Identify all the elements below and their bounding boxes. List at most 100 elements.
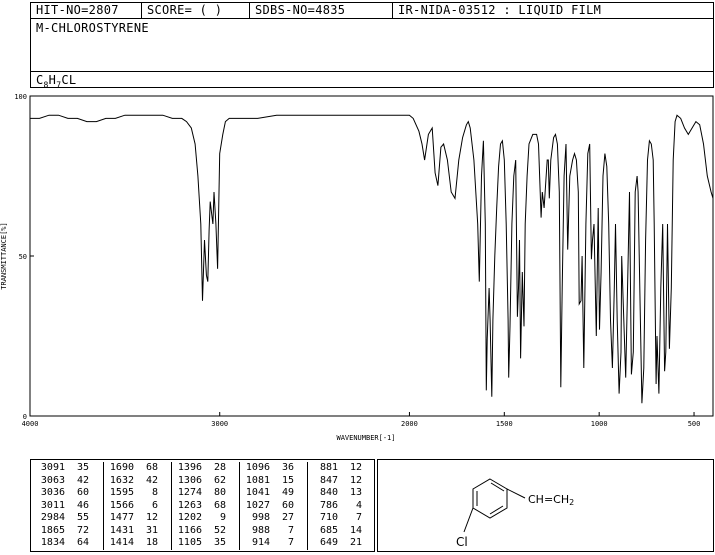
peak-column: 1396 28 1306 62 1274 80 1263 68 1202 9 1166 52 1105 3… — [171, 462, 236, 550]
molecular-formula: C8H7CL — [36, 73, 77, 90]
peak-column: 1096 36 1081 15 1041 49 1027 60 998 27 988 7 914 7 — [239, 462, 304, 550]
peak-wavenumber: 1096 — [245, 462, 270, 473]
peak-transmittance: 4 — [355, 499, 362, 511]
peak-transmittance: 46 — [76, 499, 89, 511]
compound-name: M-CHLOROSTYRENE — [36, 21, 149, 35]
peak-transmittance: 7 — [287, 524, 294, 536]
x-axis: 4000 3000 2000 1500 1000 500 — [22, 412, 701, 428]
peak-row: 1166 52 — [172, 525, 236, 538]
peak-wavenumber: 847 — [319, 474, 338, 486]
peak-wavenumber: 1477 — [109, 512, 134, 523]
peak-row: 1105 35 — [172, 537, 236, 550]
peak-wavenumber: 1202 — [177, 512, 202, 523]
peak-transmittance: 52 — [213, 524, 226, 536]
peak-row: 847 12 — [308, 475, 372, 488]
peak-wavenumber: 1431 — [109, 524, 134, 536]
peak-transmittance: 72 — [76, 524, 89, 536]
sdbs-number: SDBS-NO=4835 — [249, 3, 395, 18]
peak-row: 881 12 — [308, 462, 372, 475]
peak-wavenumber: 1595 — [109, 487, 134, 498]
structure-panel: CH=CH2 Cl — [377, 459, 714, 552]
peak-row: 685 14 — [308, 525, 372, 538]
peak-row: 1595 8 — [104, 487, 168, 500]
peak-row: 1396 28 — [172, 462, 236, 475]
formula-divider — [31, 71, 713, 72]
peak-wavenumber: 1306 — [177, 474, 202, 486]
peak-wavenumber: 914 — [251, 537, 270, 548]
peak-transmittance: 42 — [145, 474, 158, 486]
peak-wavenumber: 1632 — [109, 474, 134, 486]
peak-row: 1414 18 — [104, 537, 168, 550]
peak-row: 998 27 — [240, 512, 304, 525]
peak-row: 1202 9 — [172, 512, 236, 525]
ir-measurement-info: IR-NIDA-03512 : LIQUID FILM — [392, 3, 715, 18]
x-axis-label: WAVENUMBER[-1] — [336, 434, 395, 442]
peak-transmittance: 60 — [76, 487, 89, 498]
peak-transmittance: 60 — [281, 499, 294, 511]
peak-transmittance: 31 — [145, 524, 158, 536]
peak-row: 988 7 — [240, 525, 304, 538]
peak-row: 1274 80 — [172, 487, 236, 500]
peak-transmittance: 21 — [349, 537, 362, 548]
peak-row: 1096 36 — [240, 462, 304, 475]
chloro-label: Cl — [456, 535, 468, 549]
peak-transmittance: 62 — [213, 474, 226, 486]
molecular-structure: CH=CH2 Cl — [456, 478, 574, 549]
peak-transmittance: 15 — [281, 474, 294, 486]
x-tick-label: 2000 — [401, 420, 418, 428]
peak-row: 3011 46 — [35, 500, 99, 513]
peak-transmittance: 12 — [145, 512, 158, 523]
peak-transmittance: 12 — [349, 462, 362, 473]
y-axis-label: TRANSMITTANCE[%] — [0, 222, 8, 289]
peak-transmittance: 36 — [281, 462, 294, 473]
peak-row: 1566 6 — [104, 500, 168, 513]
benzene-ring — [472, 478, 508, 519]
peak-transmittance: 35 — [213, 537, 226, 548]
y-tick-label: 50 — [19, 253, 27, 261]
peak-row: 1431 31 — [104, 525, 168, 538]
peak-wavenumber: 649 — [319, 537, 338, 548]
peak-wavenumber: 710 — [319, 512, 338, 523]
peak-wavenumber: 1274 — [177, 487, 202, 498]
peak-transmittance: 7 — [355, 512, 362, 523]
peak-row: 1081 15 — [240, 475, 304, 488]
peak-wavenumber: 1263 — [177, 499, 202, 511]
vinyl-bond — [506, 488, 526, 499]
peak-row: 840 13 — [308, 487, 372, 500]
peak-wavenumber: 2984 — [40, 512, 65, 523]
plot-frame — [29, 95, 714, 417]
y-tick-label: 100 — [14, 93, 27, 101]
peak-wavenumber: 3036 — [40, 487, 65, 498]
peak-wavenumber: 1081 — [245, 474, 270, 486]
peak-wavenumber: 3063 — [40, 474, 65, 486]
peak-transmittance: 12 — [349, 474, 362, 486]
peak-transmittance: 28 — [213, 462, 226, 473]
x-tick-label: 500 — [688, 420, 701, 428]
peak-row: 1041 49 — [240, 487, 304, 500]
peak-transmittance: 27 — [281, 512, 294, 523]
peak-row: 1632 42 — [104, 475, 168, 488]
peak-wavenumber: 840 — [319, 487, 338, 498]
peak-wavenumber: 1414 — [109, 537, 134, 548]
peak-row: 3036 60 — [35, 487, 99, 500]
peak-table: 3091 35 3063 42 3036 60 3011 46 2984 55 1865 72 1834… — [30, 459, 375, 552]
peak-wavenumber: 786 — [319, 499, 338, 511]
peak-wavenumber: 1166 — [177, 524, 202, 536]
peak-wavenumber: 1396 — [177, 462, 202, 473]
peak-transmittance: 8 — [151, 487, 158, 498]
peak-row: 1834 64 — [35, 537, 99, 550]
peak-row: 1306 62 — [172, 475, 236, 488]
hit-number: HIT-NO=2807 — [36, 3, 119, 17]
peak-wavenumber: 3091 — [40, 462, 65, 473]
peak-column: 881 12 847 12 840 13 786 4 710 7 685 14 649 21 — [307, 462, 372, 550]
peak-transmittance: 7 — [287, 537, 294, 548]
peak-row: 3063 42 — [35, 475, 99, 488]
peak-transmittance: 68 — [213, 499, 226, 511]
peak-transmittance: 49 — [281, 487, 294, 498]
peak-wavenumber: 1041 — [245, 487, 270, 498]
x-tick-label: 3000 — [211, 420, 228, 428]
peak-wavenumber: 1834 — [40, 537, 65, 548]
peak-wavenumber: 685 — [319, 524, 338, 536]
peak-wavenumber: 1865 — [40, 524, 65, 536]
peak-row: 1477 12 — [104, 512, 168, 525]
